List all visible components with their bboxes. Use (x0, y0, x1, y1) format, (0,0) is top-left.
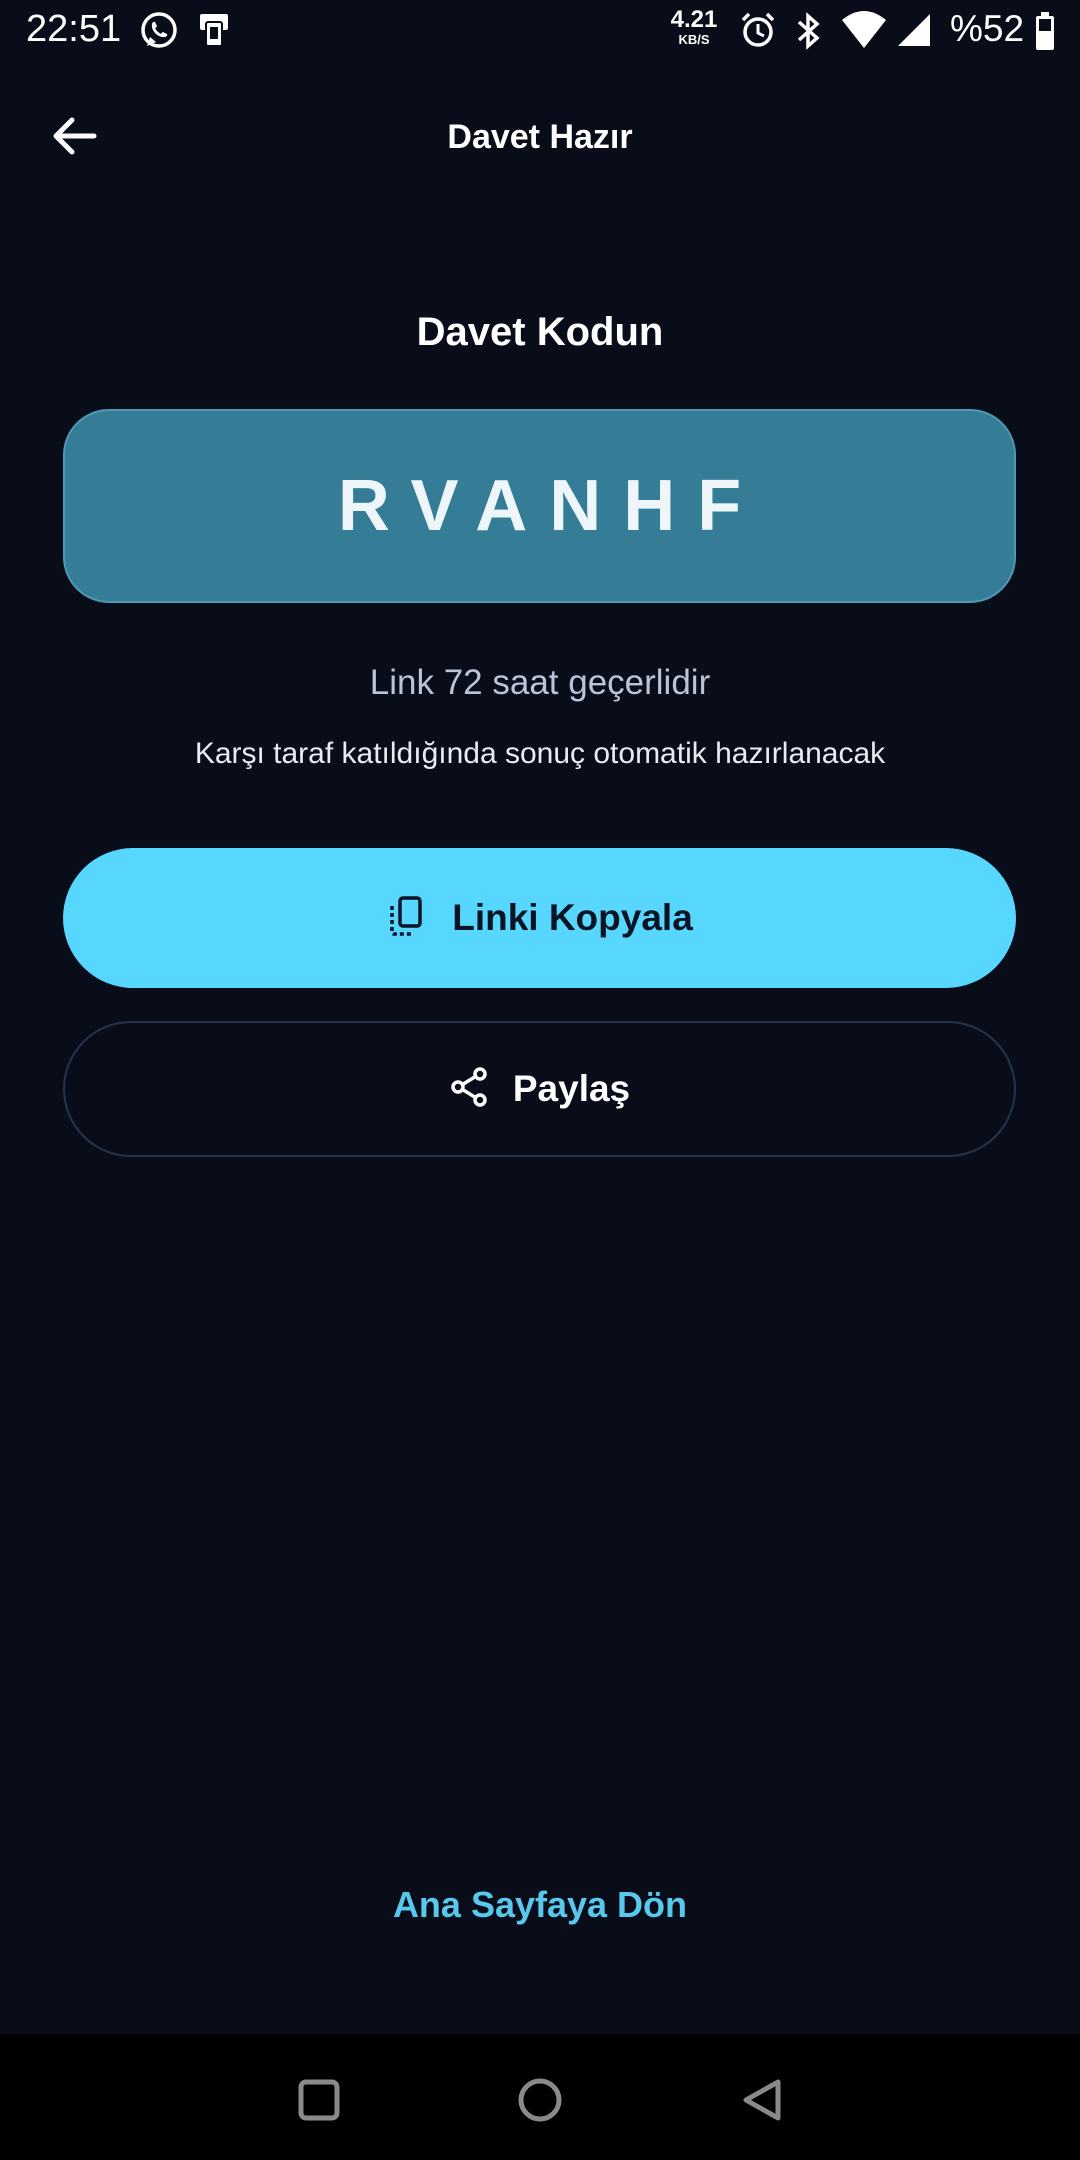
network-speed-value: 4.21 (670, 6, 718, 33)
back-nav-button[interactable] (732, 2072, 792, 2132)
share-button[interactable]: Paylaş (63, 1021, 1016, 1157)
copy-link-label: Linki Kopyala (452, 897, 693, 938)
share-icon (449, 1066, 489, 1113)
recents-square-icon (297, 2078, 341, 2127)
whatsapp-icon (138, 10, 180, 57)
invite-code: RVANHF (337, 466, 764, 546)
copy-icon (386, 894, 426, 943)
network-speed: 4.21 KB/S (666, 6, 722, 47)
invite-code-heading: Davet Kodun (416, 310, 664, 354)
alarm-icon (738, 10, 778, 55)
home-button[interactable] (510, 2072, 570, 2132)
invite-ready-screen: 22:51 4.21 KB/S %52 Davet Hazır Davet Ko… (0, 0, 1080, 2160)
status-time: 22:51 (26, 8, 122, 50)
auto-result-info-text: Karşı taraf katıldığında sonuç otomatik … (194, 737, 886, 770)
page-title: Davet Hazır (447, 118, 633, 156)
invite-code-box: RVANHF (63, 409, 1016, 603)
back-triangle-icon (738, 2076, 786, 2129)
home-circle-icon (516, 2076, 564, 2129)
back-to-home-link[interactable]: Ana Sayfaya Dön (0, 1884, 1080, 1926)
app-bar: Davet Hazır (0, 88, 1080, 188)
wifi-icon (840, 10, 888, 55)
signal-icon (894, 10, 934, 55)
copy-link-button[interactable]: Linki Kopyala (63, 848, 1016, 988)
battery-percentage: %52 (950, 8, 1025, 49)
link-validity-text: Link 72 saat geçerlidir (369, 663, 711, 702)
battery-icon (1034, 10, 1056, 57)
notification-app-icon (194, 10, 234, 55)
bluetooth-icon (792, 10, 826, 57)
status-bar: 22:51 4.21 KB/S %52 (0, 0, 1080, 64)
system-nav-bar (0, 2034, 1080, 2160)
share-label: Paylaş (512, 1068, 631, 1109)
network-speed-unit: KB/S (678, 32, 710, 47)
recents-button[interactable] (289, 2072, 349, 2132)
